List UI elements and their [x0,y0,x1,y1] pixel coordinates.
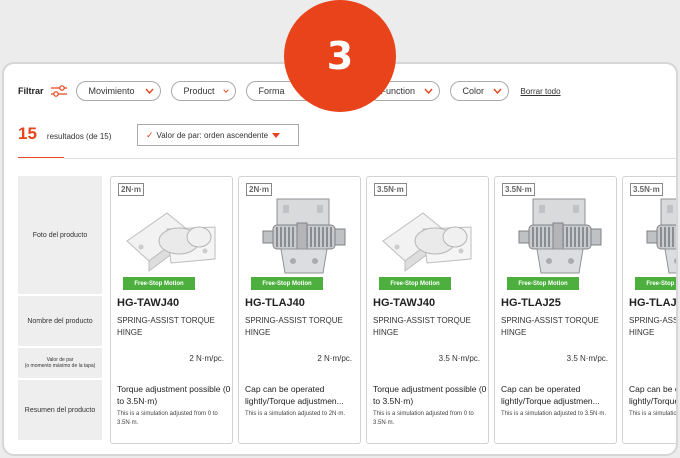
product-summary: Cap can be operated lightly/Torque adjus… [245,384,344,406]
product-summary: Torque adjustment possible (0 to 3.5N·m) [117,384,231,406]
product-image[interactable] [503,191,610,281]
results-underline [18,157,64,158]
product-card[interactable]: 2N·m Free-Stop Motion HG-TLAJ40 SPRING-A… [238,176,361,444]
product-torque-value: 3.5 N·m/pc. [438,354,480,363]
chip-label: Color [462,86,485,96]
motion-tag: Free-Stop Motion [507,277,579,290]
product-type: SPRING-ASSIST TORQUE HINGE [117,316,215,337]
sort-dropdown[interactable]: ✓ Valor de par: orden ascendente [137,124,299,146]
filter-bar: Filtrar Movimiento Product Forma Functio… [18,80,561,102]
filter-chip-product[interactable]: Product [170,81,236,101]
triangle-down-icon [272,132,281,138]
motion-tag: Free-Stop Motion [251,277,323,290]
torque-badge: 3.5N·m [374,183,407,196]
product-name[interactable]: HG-TLAJ25 [501,297,561,309]
product-summary: Cap can be operated lightly/Torque adjus… [501,384,600,406]
chip-label: Movimiento [88,86,135,96]
product-summary: Torque adjustment possible (0 to 3.5N·m) [373,384,487,406]
product-note: This is a simulation adjusted to 2N·m. [245,411,346,417]
torque-badge: 2N·m [246,183,273,196]
divider [64,158,676,159]
results-summary: 15 resultados (de 15) [18,124,111,144]
product-note: This is a simulation adjusted from 0 to … [117,411,218,426]
product-type: SPRING-ASSIST TORQUE HINGE [245,316,343,337]
chevron-down-icon [423,88,433,94]
motion-tag: Free-Stop Motion [123,277,195,290]
product-type: SPRING-ASSIST TORQUE HINGE [373,316,471,337]
sort-label: Valor de par: orden ascendente [156,130,269,140]
motion-tag: Free-Stop Motion [379,277,451,290]
chevron-down-icon [492,88,502,94]
product-image[interactable] [119,191,226,281]
product-note: This is a simulation adjusted from 0 to … [373,411,474,426]
row-label-summary: Resumen del producto [18,380,102,442]
product-image[interactable] [247,191,354,281]
row-label-photo: Foto del producto [18,176,102,296]
check-icon: ✓ [146,129,154,140]
results-label: resultados (de 15) [46,132,112,141]
product-note: This is a simulation adjusted to 3.5N·m. [501,411,607,417]
product-note: This is a simulation adjusted to 3.5N·m. [629,411,678,417]
motion-tag: Free-Stop Motion [635,277,676,290]
step-number-badge: 3 [284,0,396,112]
product-card[interactable]: 3.5N·m Free-Stop Motion HG-TAWJ40 SPRING… [366,176,489,444]
row-label-column: Foto del producto Nombre del producto Va… [18,176,102,442]
torque-badge: 3.5N·m [630,183,663,196]
product-card[interactable]: 3.5N·m Free-Stop Motion HG-TLAJ40 SPRING… [622,176,678,444]
product-image[interactable] [631,191,676,281]
row-label-torque: Valor de par (o momento máximo de la tap… [18,348,102,380]
product-name[interactable]: HG-TAWJ40 [373,297,435,309]
product-comparison-panel: Filtrar Movimiento Product Forma Functio… [2,62,678,456]
product-name[interactable]: HG-TLAJ40 [629,297,676,309]
results-count: 15 [18,124,37,143]
torque-badge: 2N·m [118,183,145,196]
product-summary: Cap can be operated lightly/Torque adjus… [629,384,678,406]
product-torque-value: 2 N·m/pc. [189,354,224,363]
clear-all-link[interactable]: Borrar todo [521,87,561,96]
torque-badge: 3.5N·m [502,183,535,196]
product-card[interactable]: 2N·m Free-Stop Motion HG-TAWJ40 SPRING-A… [110,176,233,444]
product-torque-value: 3.5 N·m/pc. [566,354,608,363]
product-image[interactable] [375,191,482,281]
product-name[interactable]: HG-TLAJ40 [245,297,305,309]
row-label-name: Nombre del producto [18,296,102,348]
filter-sliders-icon[interactable] [50,84,68,98]
chevron-down-icon [222,89,229,94]
chevron-down-icon [144,88,154,94]
filter-chip-color[interactable]: Color [449,81,509,101]
product-card[interactable]: 3.5N·m Free-Stop Motion HG-TLAJ25 SPRING… [494,176,617,444]
chip-label: Forma [258,86,285,96]
product-type: SPRING-ASSIST TORQUE HINGE [629,316,678,337]
chip-label: Product [183,86,215,96]
product-type: SPRING-ASSIST TORQUE HINGE [501,316,599,337]
filter-chip-movimiento[interactable]: Movimiento [75,81,161,101]
filter-label: Filtrar [18,86,44,96]
product-name[interactable]: HG-TAWJ40 [117,297,179,309]
product-torque-value: 2 N·m/pc. [317,354,352,363]
